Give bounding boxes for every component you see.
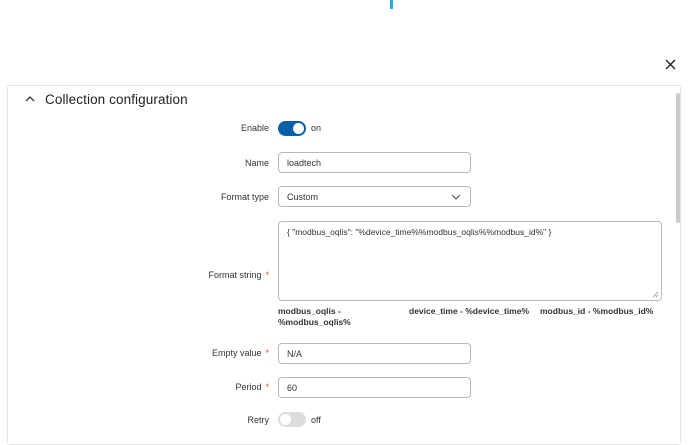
required-asterisk: * — [265, 348, 269, 358]
empty-value-value: N/A — [287, 348, 303, 359]
panel-title: Collection configuration — [45, 91, 188, 107]
enable-toggle[interactable] — [278, 121, 306, 136]
retry-label: Retry — [247, 415, 269, 425]
resize-grip-icon[interactable] — [652, 291, 659, 298]
format-type-value: Custom — [287, 191, 319, 202]
format-type-label: Format type — [220, 192, 269, 202]
format-type-select[interactable]: Custom — [278, 186, 471, 207]
format-string-label: Format string * — [208, 270, 269, 280]
empty-value-label: Empty value * — [211, 348, 269, 358]
chevron-down-icon — [451, 194, 461, 200]
format-string-value: { "modbus_oqlis": "%device_time%%modbus_… — [287, 227, 552, 237]
period-label: Period * — [235, 382, 269, 392]
close-button[interactable] — [661, 55, 679, 73]
chevron-up-icon — [25, 96, 35, 102]
required-asterisk: * — [265, 270, 269, 280]
panel-header[interactable]: Collection configuration — [8, 86, 680, 112]
period-value: 60 — [287, 382, 298, 393]
period-input[interactable]: 60 — [278, 377, 471, 398]
retry-toggle[interactable] — [278, 412, 306, 427]
toggle-knob — [280, 414, 291, 425]
empty-value-input[interactable]: N/A — [278, 343, 471, 364]
close-icon — [665, 59, 675, 69]
name-value: loadtech — [287, 157, 322, 168]
scrollbar[interactable] — [676, 86, 680, 444]
format-hint-modbus-oqlis: modbus_oqlis - %modbus_oqlis% — [278, 306, 351, 327]
name-input[interactable]: loadtech — [278, 152, 471, 173]
required-asterisk: * — [265, 382, 269, 392]
scrollbar-thumb[interactable] — [676, 93, 680, 223]
top-indicator — [390, 0, 393, 9]
collection-configuration-panel: Collection configuration Enable on Name … — [7, 85, 681, 445]
enable-label: Enable — [240, 123, 269, 133]
retry-state: off — [311, 415, 321, 425]
format-string-textarea[interactable]: { "modbus_oqlis": "%device_time%%modbus_… — [278, 221, 662, 301]
format-hint-device-time: device_time - %device_time% — [409, 306, 530, 316]
toggle-knob — [293, 123, 304, 134]
enable-state: on — [311, 123, 322, 133]
name-label: Name — [244, 158, 269, 168]
format-hint-modbus-id: modbus_id - %modbus_id% — [540, 306, 654, 316]
